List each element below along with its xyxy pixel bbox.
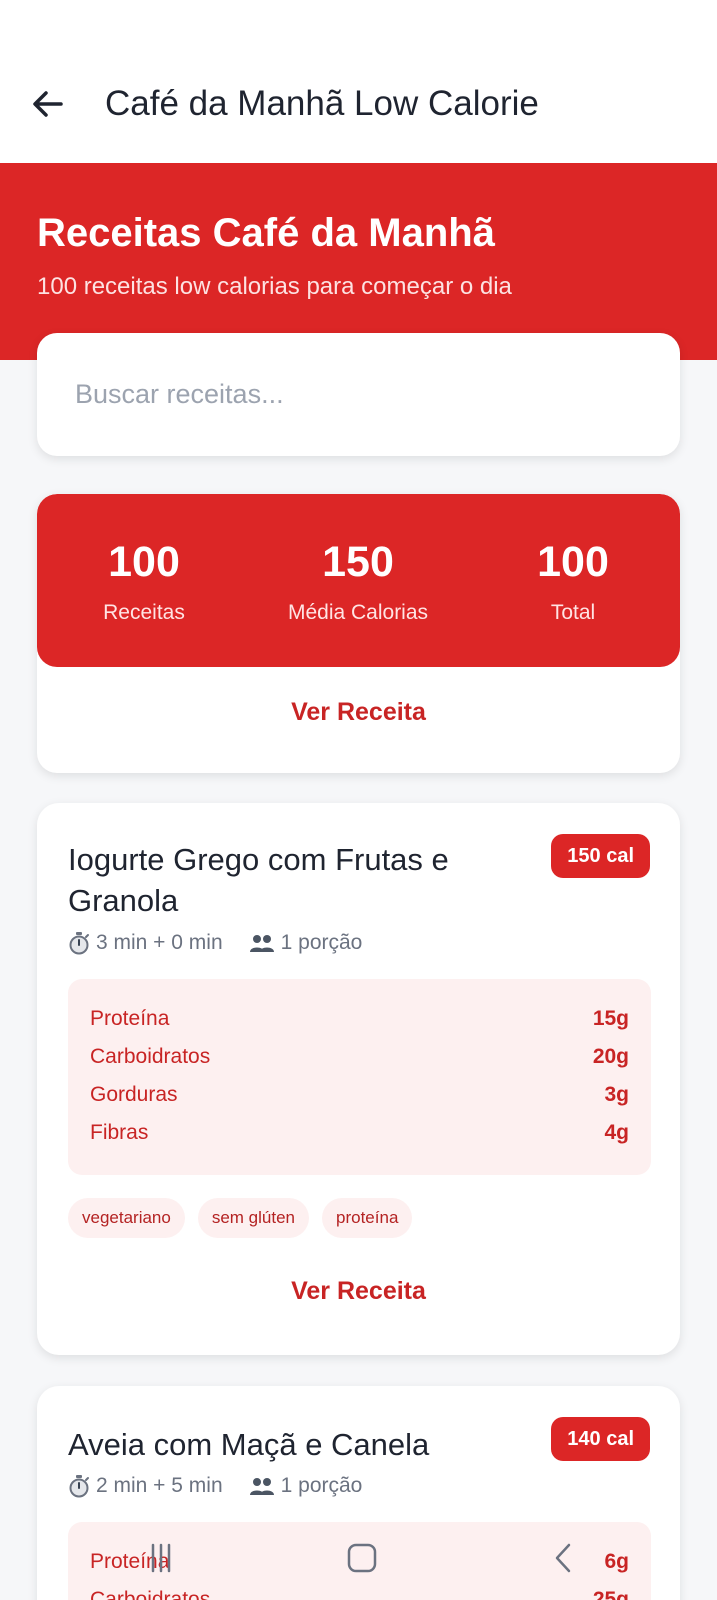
tag-list: vegetariano sem glúten proteína bbox=[68, 1198, 425, 1238]
macro-value: 3g bbox=[604, 1083, 629, 1106]
tag-chip[interactable]: sem glúten bbox=[197, 1198, 310, 1238]
stat-label: Total bbox=[550, 601, 596, 624]
stat-label: Receitas bbox=[103, 601, 185, 624]
home-icon bbox=[347, 1543, 377, 1573]
macro-row: Gorduras 3g bbox=[90, 1083, 629, 1107]
macro-name: Proteína bbox=[90, 1007, 170, 1030]
stopwatch-icon bbox=[69, 932, 89, 955]
view-recipe-button[interactable]: Ver Receita bbox=[37, 1277, 680, 1306]
recipe-servings: 1 porção bbox=[280, 1474, 363, 1497]
macro-row: Fibras 4g bbox=[90, 1121, 629, 1145]
recipe-card[interactable]: Iogurte Grego com Frutas e Granola 150 c… bbox=[37, 803, 680, 1355]
macro-row: Proteína 15g bbox=[90, 1007, 629, 1031]
recipe-title: Iogurte Grego com Frutas e Granola bbox=[68, 842, 449, 918]
recipe-time: 2 min + 5 min bbox=[96, 1474, 223, 1497]
macro-value: 15g bbox=[592, 1007, 629, 1030]
view-recipe-button[interactable]: Ver Receita bbox=[37, 698, 680, 727]
stopwatch-icon bbox=[69, 1475, 89, 1498]
hero-banner: Receitas Café da Manhã 100 receitas low … bbox=[0, 163, 717, 360]
macro-value: 20g bbox=[592, 1045, 629, 1068]
stat-label: Média Calorias bbox=[287, 601, 429, 624]
back-button[interactable] bbox=[30, 86, 66, 122]
macro-name: Fibras bbox=[90, 1121, 149, 1144]
recipe-servings: 1 porção bbox=[280, 931, 363, 954]
people-icon bbox=[249, 1478, 274, 1495]
macro-row: Carboidratos 20g bbox=[90, 1045, 629, 1069]
tag-chip[interactable]: proteína bbox=[322, 1198, 413, 1238]
recent-apps-icon bbox=[151, 1543, 171, 1573]
back-icon bbox=[555, 1543, 571, 1573]
stat-value: 100 bbox=[537, 538, 609, 586]
stats-card: 100 Receitas 150 Média Calorias 100 Tota… bbox=[37, 494, 680, 773]
search-card bbox=[37, 333, 680, 456]
tag-chip[interactable]: vegetariano bbox=[68, 1198, 185, 1238]
stat-recipes: 100 Receitas bbox=[37, 538, 251, 625]
page-title: Café da Manhã Low Calorie bbox=[105, 84, 539, 123]
recipe-meta: 2 min + 5 min 1 porção bbox=[68, 1474, 362, 1498]
stat-average-calories: 150 Média Calorias bbox=[251, 538, 465, 625]
stat-value: 150 bbox=[322, 538, 394, 586]
recent-apps-button[interactable] bbox=[131, 1538, 191, 1578]
calorie-badge: 150 cal bbox=[551, 834, 650, 878]
macro-name: Carboidratos bbox=[90, 1045, 211, 1068]
system-nav-bar bbox=[0, 1520, 717, 1600]
stats-band: 100 Receitas 150 Média Calorias 100 Tota… bbox=[37, 494, 680, 667]
recipe-time: 3 min + 0 min bbox=[96, 931, 223, 954]
hero-title: Receitas Café da Manhã bbox=[37, 211, 495, 255]
arrow-left-icon bbox=[33, 91, 63, 117]
stat-value: 100 bbox=[108, 538, 180, 586]
macro-name: Gorduras bbox=[90, 1083, 178, 1106]
macro-value: 4g bbox=[604, 1121, 629, 1144]
home-button[interactable] bbox=[332, 1538, 392, 1578]
recipe-title: Aveia com Maçã e Canela bbox=[68, 1427, 430, 1462]
macros-box: Proteína 15g Carboidratos 20g Gorduras 3… bbox=[68, 979, 651, 1175]
calorie-badge: 140 cal bbox=[551, 1417, 650, 1461]
stat-total: 100 Total bbox=[466, 538, 680, 625]
search-input[interactable] bbox=[37, 333, 680, 456]
system-back-button[interactable] bbox=[533, 1538, 593, 1578]
hero-subtitle: 100 receitas low calorias para começar o… bbox=[37, 273, 512, 300]
recipe-meta: 3 min + 0 min 1 porção bbox=[68, 931, 362, 955]
people-icon bbox=[249, 935, 274, 952]
app-bar: Café da Manhã Low Calorie bbox=[0, 0, 717, 163]
